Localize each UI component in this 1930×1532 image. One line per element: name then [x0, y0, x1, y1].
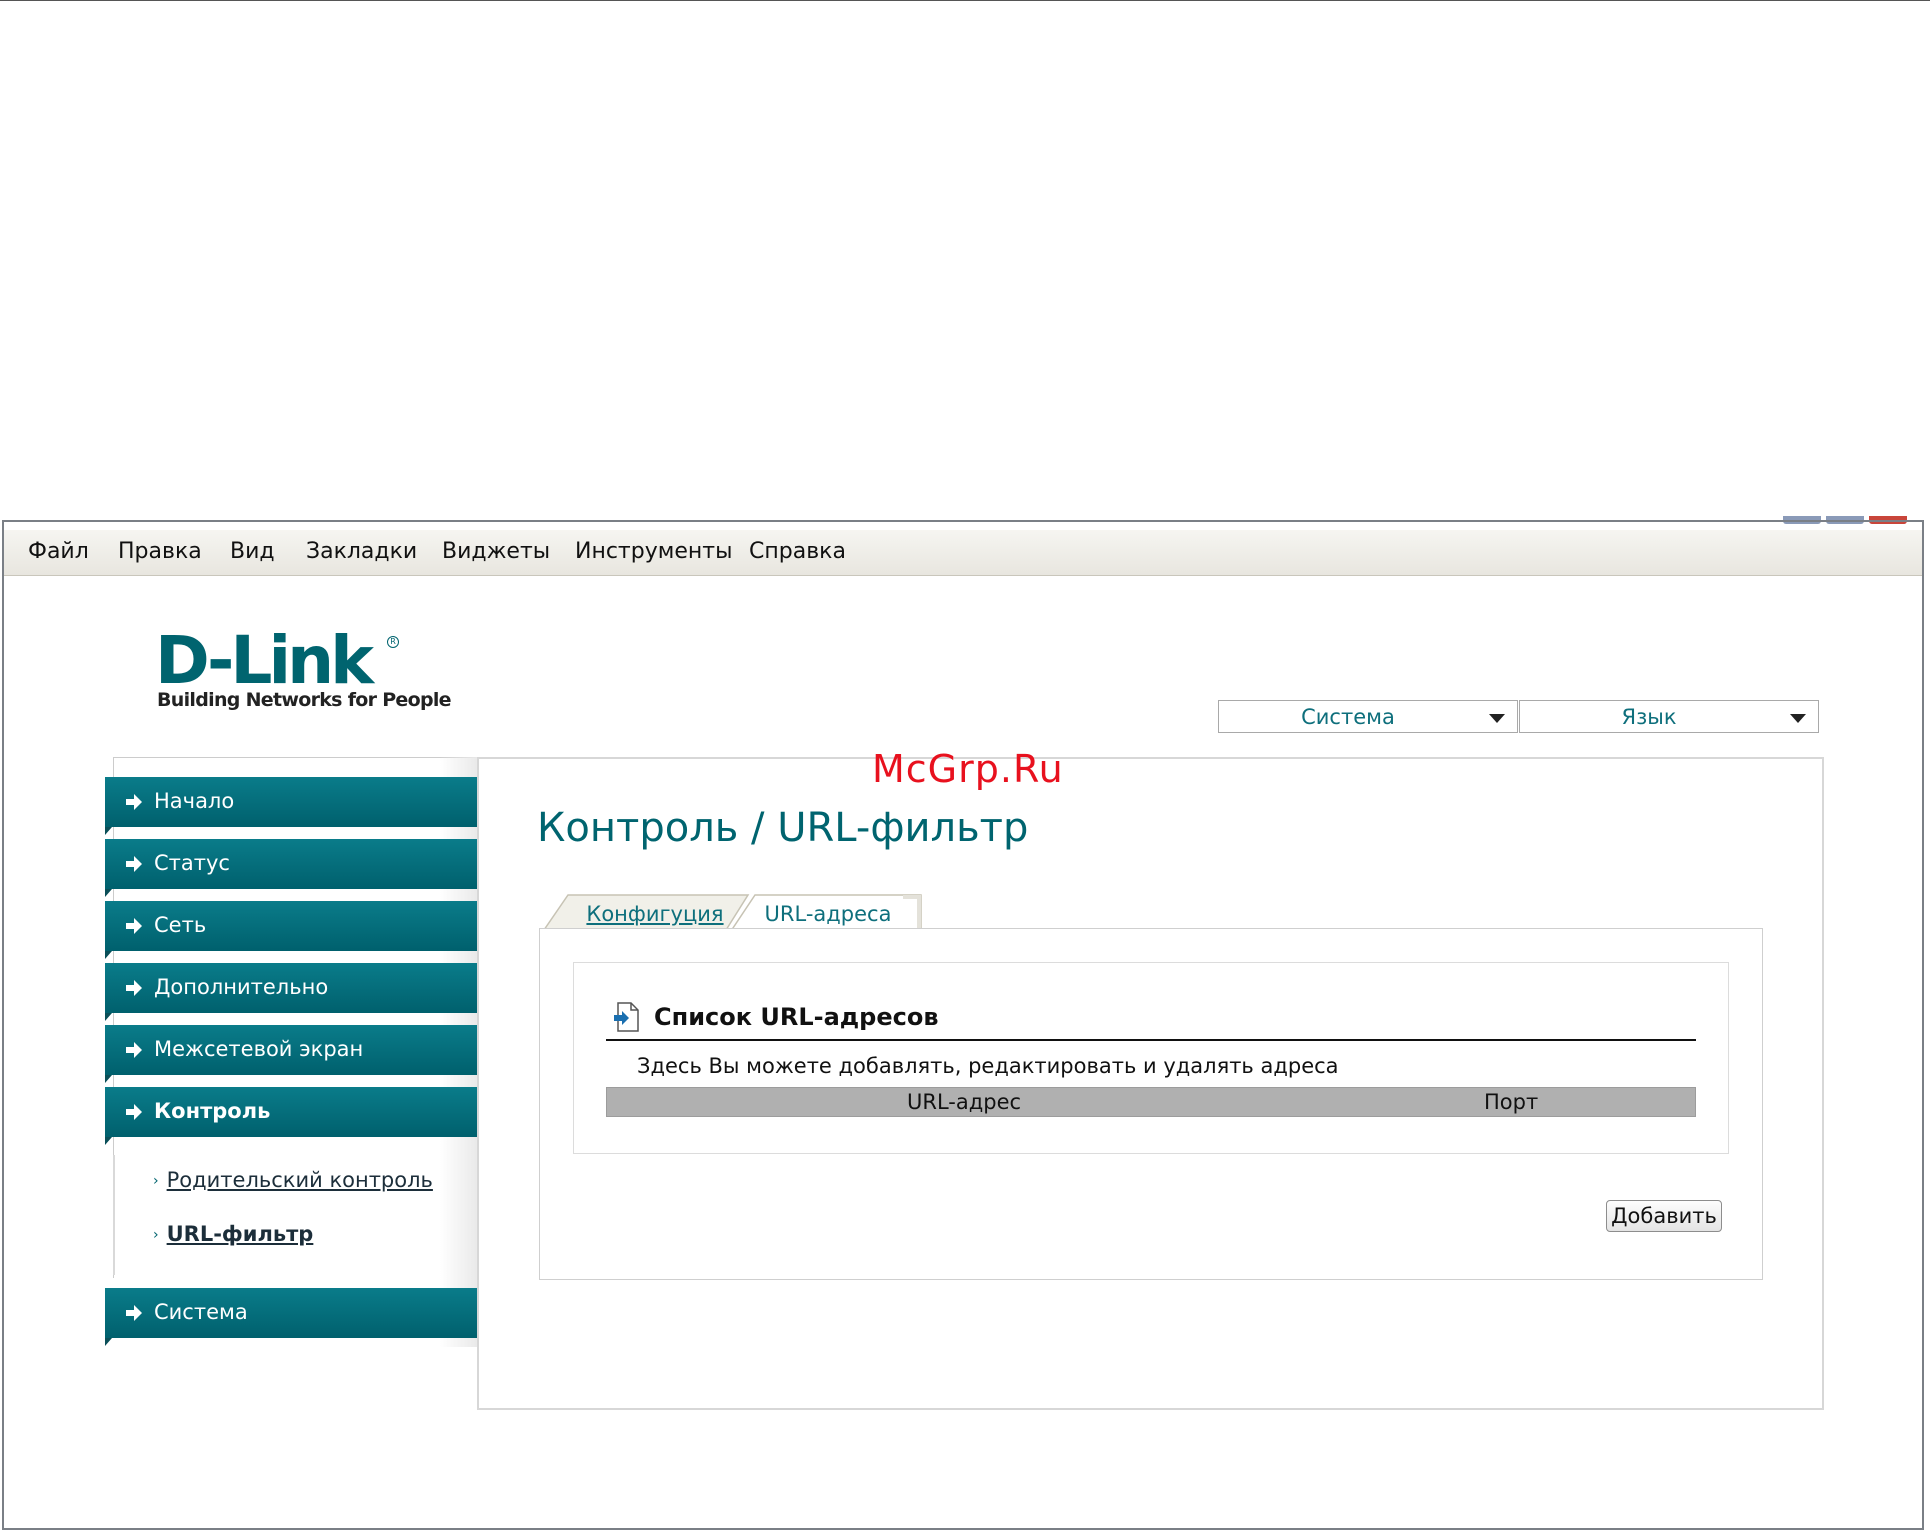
arrow-right-icon — [126, 856, 142, 872]
url-list-section: Список URL-адресов Здесь Вы можете добав… — [573, 962, 1729, 1154]
sidebar-item-label: Контроль — [154, 1099, 271, 1123]
system-select[interactable]: Система — [1218, 700, 1518, 733]
sidebar-item-label: Межсетевой экран — [154, 1037, 364, 1061]
menu-edit[interactable]: Правка — [118, 539, 202, 564]
submenu-label: Родительский контроль — [166, 1168, 433, 1192]
submenu-label: URL-фильтр — [166, 1222, 314, 1246]
chevron-down-icon — [1790, 714, 1806, 723]
sidebar-item-control[interactable]: Контроль — [105, 1087, 477, 1145]
menu-view[interactable]: Вид — [230, 539, 275, 564]
sidebar-item-system[interactable]: Система — [105, 1288, 477, 1346]
menu-bookmarks[interactable]: Закладки — [306, 539, 417, 564]
logo-tagline: Building Networks for People — [157, 689, 452, 711]
submenu-url-filter[interactable]: › URL-фильтр — [153, 1222, 313, 1246]
tab-label: URL-адреса — [764, 902, 892, 926]
system-select-label: Система — [1301, 705, 1395, 729]
menu-help[interactable]: Справка — [749, 539, 846, 564]
document-arrow-icon — [614, 1002, 639, 1032]
sidebar-item-label: Сеть — [154, 913, 207, 937]
sidebar-item-network[interactable]: Сеть — [105, 901, 477, 959]
tab-label: Конфигуция — [586, 902, 724, 926]
sidebar-item-advanced[interactable]: Дополнительно — [105, 963, 477, 1021]
sidebar-item-label: Начало — [154, 789, 235, 813]
chevron-down-icon — [1489, 714, 1505, 723]
tab-url-addresses[interactable]: URL-адреса — [731, 893, 925, 931]
sidebar-item-start[interactable]: Начало — [105, 777, 477, 835]
column-header-url: URL-адрес — [907, 1090, 1022, 1114]
section-description: Здесь Вы можете добавлять, редактировать… — [637, 1054, 1339, 1078]
chevron-right-icon: › — [153, 1227, 159, 1243]
sidebar-item-firewall[interactable]: Межсетевой экран — [105, 1025, 477, 1083]
arrow-right-icon — [126, 1042, 142, 1058]
submenu-guide-line — [113, 1155, 115, 1275]
arrow-right-icon — [126, 980, 142, 996]
page-title: Контроль / URL-фильтр — [537, 805, 1029, 851]
menu-file[interactable]: Файл — [28, 539, 89, 564]
submenu-parental-control[interactable]: › Родительский контроль — [153, 1168, 433, 1192]
registered-mark-icon: R — [387, 636, 399, 648]
tab-panel-url-addresses: Список URL-адресов Здесь Вы можете добав… — [539, 928, 1763, 1280]
menu-bar: Файл Правка Вид Закладки Виджеты Инструм… — [4, 530, 1922, 576]
watermark: McGrp.Ru — [872, 747, 1064, 791]
language-select[interactable]: Язык — [1519, 700, 1819, 733]
logo-brand: D-Link — [155, 622, 374, 699]
arrow-right-icon — [126, 1305, 142, 1321]
arrow-right-icon — [126, 1104, 142, 1120]
tab-configuration[interactable]: Конфигуция — [544, 893, 750, 931]
section-divider — [606, 1039, 1696, 1041]
sidebar-item-label: Система — [154, 1300, 248, 1324]
section-title: Список URL-адресов — [654, 1003, 939, 1031]
add-button[interactable]: Добавить — [1606, 1200, 1722, 1232]
chevron-right-icon: › — [153, 1173, 159, 1189]
sidebar-item-label: Дополнительно — [154, 975, 329, 999]
top-rule — [0, 0, 1930, 1]
menu-tools[interactable]: Инструменты — [575, 539, 732, 564]
column-header-port: Порт — [1484, 1090, 1539, 1114]
arrow-right-icon — [126, 794, 142, 810]
sidebar-item-status[interactable]: Статус — [105, 839, 477, 897]
url-table-header: URL-адрес Порт — [606, 1087, 1696, 1117]
sidebar-item-label: Статус — [154, 851, 230, 875]
menu-widgets[interactable]: Виджеты — [442, 539, 550, 564]
arrow-right-icon — [126, 918, 142, 934]
language-select-label: Язык — [1621, 705, 1677, 729]
sidebar-frame — [113, 757, 478, 1278]
